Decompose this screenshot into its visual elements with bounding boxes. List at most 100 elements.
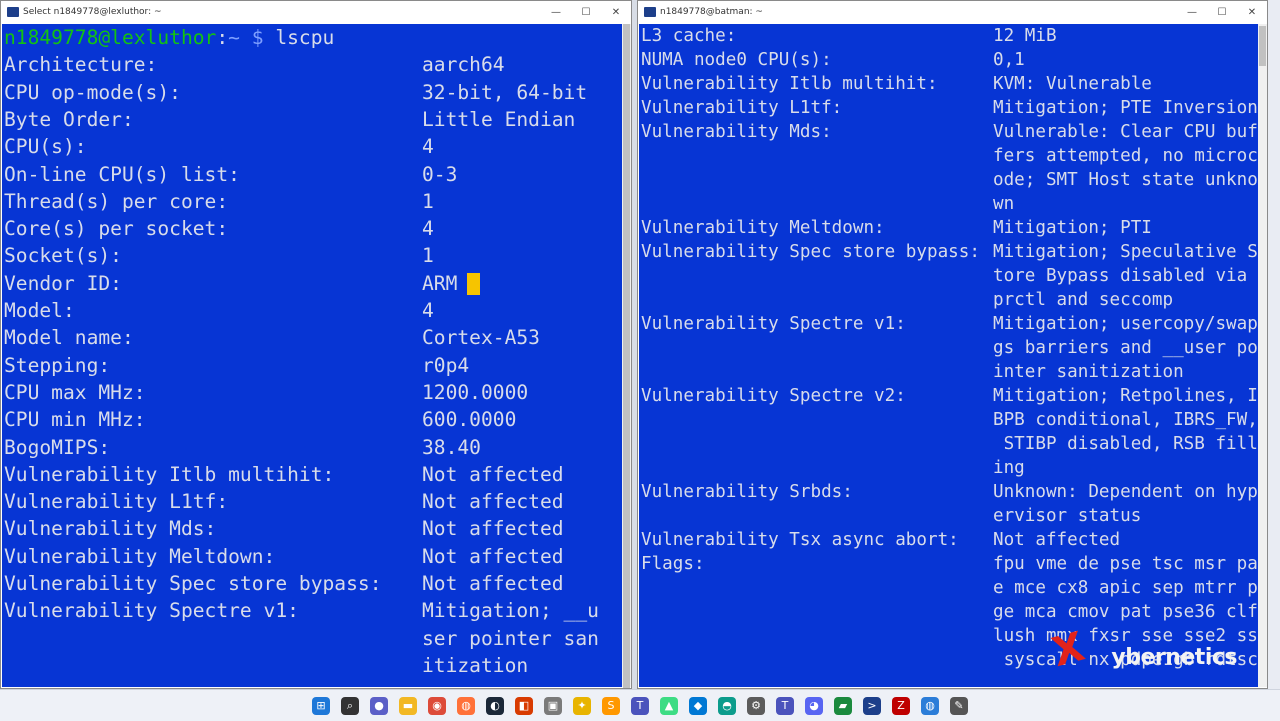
field-label: CPU op-mode(s): <box>4 80 181 104</box>
output-row: CPU op-mode(s): 32-bit, 64-bit <box>4 79 587 106</box>
terminal-output[interactable]: L3 cache: 12 MiB NUMA node0 CPU(s): 0,1 Vuln… <box>639 24 1258 687</box>
field-label: Vulnerability Spec store bypass: <box>641 242 980 262</box>
output-row: Vendor ID: ARM <box>4 270 481 297</box>
field-value: ge mca cmov pat pse36 clf <box>993 602 1258 622</box>
sublime-icon[interactable]: S <box>602 696 620 715</box>
field-value: Mitigation; __u <box>422 599 599 623</box>
chrome-icon[interactable]: ◉ <box>428 696 446 715</box>
field-value: 0,1 <box>993 50 1025 70</box>
output-row: Stepping: r0p4 <box>4 352 469 379</box>
minimize-button[interactable]: — <box>541 1 571 23</box>
field-value: tore Bypass disabled via <box>993 266 1248 286</box>
output-row: L3 cache: 12 MiB <box>641 24 1057 48</box>
output-row: Byte Order: Little Endian <box>4 106 575 133</box>
output-row: Vulnerability Itlb multihit: KVM: Vulnera… <box>641 72 1152 96</box>
field-label: Core(s) per socket: <box>4 217 229 241</box>
output-row: Vulnerability Spectre v2: Mitigation; Ret… <box>641 384 1258 408</box>
powershell-icon <box>644 7 656 17</box>
app-icon[interactable]: ▣ <box>544 696 562 715</box>
field-label: NUMA node0 CPU(s): <box>641 50 832 70</box>
terminal-window-lexluthor[interactable]: Select n1849778@lexluthor: ~ — ☐ ✕ n1849… <box>0 0 632 689</box>
terminal-cursor <box>467 273 481 296</box>
firefox-icon[interactable]: ◍ <box>457 696 475 715</box>
field-value: inter sanitization <box>993 362 1184 382</box>
office-icon[interactable]: ◧ <box>515 696 533 715</box>
field-value: 32-bit, 64-bit <box>422 80 588 104</box>
chat-icon[interactable]: ● <box>370 696 388 715</box>
field-value: 1200.0000 <box>422 380 529 404</box>
maximize-button[interactable]: ☐ <box>571 1 601 23</box>
output-row: On-line CPU(s) list: 0-3 <box>4 161 457 188</box>
field-value: itization <box>422 653 529 677</box>
scrollbar-thumb[interactable] <box>1259 26 1266 66</box>
terminal-output[interactable]: n1849778@lexluthor:~ $ lscpu Architectur… <box>2 24 622 687</box>
edge-icon[interactable]: ◓ <box>718 696 736 715</box>
field-value: Unknown: Dependent on hyp <box>993 482 1258 502</box>
close-button[interactable]: ✕ <box>1237 1 1267 23</box>
title-bar[interactable]: Select n1849778@lexluthor: ~ — ☐ ✕ <box>1 1 631 23</box>
powershell-icon[interactable]: > <box>863 696 881 715</box>
field-value: Mitigation; usercopy/swap <box>993 314 1258 334</box>
output-row: Vulnerability L1tf: Not affected <box>4 488 564 515</box>
field-value: Not affected <box>422 517 564 541</box>
maximize-button[interactable]: ☐ <box>1207 1 1237 23</box>
globe-icon[interactable]: ◍ <box>921 696 939 715</box>
field-value: fers attempted, no microc <box>993 146 1258 166</box>
windows-start-icon[interactable]: ⊞ <box>312 696 330 715</box>
field-value: e mce cx8 apic sep mtrr p <box>993 578 1258 598</box>
field-value: 4 <box>422 217 434 241</box>
field-value: 600.0000 <box>422 408 517 432</box>
field-label: Vulnerability Spec store bypass: <box>4 572 382 595</box>
file-explorer-icon[interactable]: ▬ <box>399 696 417 715</box>
close-button[interactable]: ✕ <box>601 1 631 23</box>
terminal-window-batman[interactable]: n1849778@batman: ~ — ☐ ✕ L3 cache: 12 MiB… <box>637 0 1268 689</box>
field-value: 0-3 <box>422 162 458 186</box>
filezilla-folder-icon[interactable]: ✦ <box>573 696 591 715</box>
tool-icon[interactable]: ✎ <box>950 696 968 715</box>
field-value: Not affected <box>993 530 1121 550</box>
field-label: Vulnerability Spectre v1: <box>641 314 906 334</box>
field-label: BogoMIPS: <box>4 435 111 459</box>
output-row: Thread(s) per core: 1 <box>4 188 434 215</box>
output-row: Vulnerability Spec store bypass: Mitigati… <box>641 240 1258 264</box>
field-value: Not affected <box>422 462 564 486</box>
output-row: Architecture: aarch64 <box>4 51 505 78</box>
teams-notify-icon[interactable]: T <box>776 696 794 715</box>
field-label: Socket(s): <box>4 244 122 268</box>
field-label: Vulnerability Srbds: <box>641 482 853 502</box>
teams-icon[interactable]: T <box>631 696 649 715</box>
steam-icon[interactable]: ◐ <box>486 696 504 715</box>
vscode-icon[interactable]: ◆ <box>689 696 707 715</box>
scrollbar[interactable] <box>1258 24 1267 687</box>
field-value: ode; SMT Host state unkno <box>993 170 1258 190</box>
field-label: CPU(s): <box>4 135 87 159</box>
gear-icon[interactable]: ⚙ <box>747 696 765 715</box>
output-row: CPU max MHz: 1200.0000 <box>4 379 528 406</box>
field-value: 38.40 <box>422 435 481 459</box>
taskbar: ⊞ ⌕ ● ▬ ◉ ◍ ◐ ◧ ▣ ✦ S T ▲ ◆ ◓ ⚙ T ◕ ▰ > Z ◍ ✎ <box>0 689 1280 721</box>
minimize-button[interactable]: — <box>1177 1 1207 23</box>
prompt-path: ~ <box>228 26 240 49</box>
discord-icon[interactable]: ◕ <box>805 696 823 715</box>
field-value: ser pointer san <box>422 626 599 650</box>
title-bar[interactable]: n1849778@batman: ~ — ☐ ✕ <box>638 1 1267 23</box>
android-icon[interactable]: ▲ <box>660 696 678 715</box>
search-icon[interactable]: ⌕ <box>341 696 359 715</box>
field-value: 4 <box>422 135 434 159</box>
scrollbar-thumb[interactable] <box>623 24 630 688</box>
terminal-green-icon[interactable]: ▰ <box>834 696 852 715</box>
cybernetics-watermark: Xybernetics <box>1048 624 1238 676</box>
output-row: Vulnerability Spectre v1: Mitigation; __u <box>4 597 599 624</box>
output-row: Flags: fpu vme de pse tsc msr pa <box>641 552 1258 576</box>
window-title: Select n1849778@lexluthor: ~ <box>23 7 162 17</box>
field-value: r0p4 <box>422 353 470 377</box>
field-value: aarch64 <box>422 53 505 77</box>
field-value: Cortex-A53 <box>422 326 540 350</box>
field-label: Vulnerability Spectre v1: <box>4 599 299 623</box>
prompt-command: lscpu <box>263 26 335 49</box>
scrollbar[interactable] <box>622 24 631 688</box>
output-row: Vulnerability L1tf: Mitigation; PTE Inver… <box>641 96 1258 120</box>
field-label: Model name: <box>4 326 134 350</box>
field-value: Mitigation; Speculative S <box>993 242 1258 262</box>
filezilla-icon[interactable]: Z <box>892 696 910 715</box>
